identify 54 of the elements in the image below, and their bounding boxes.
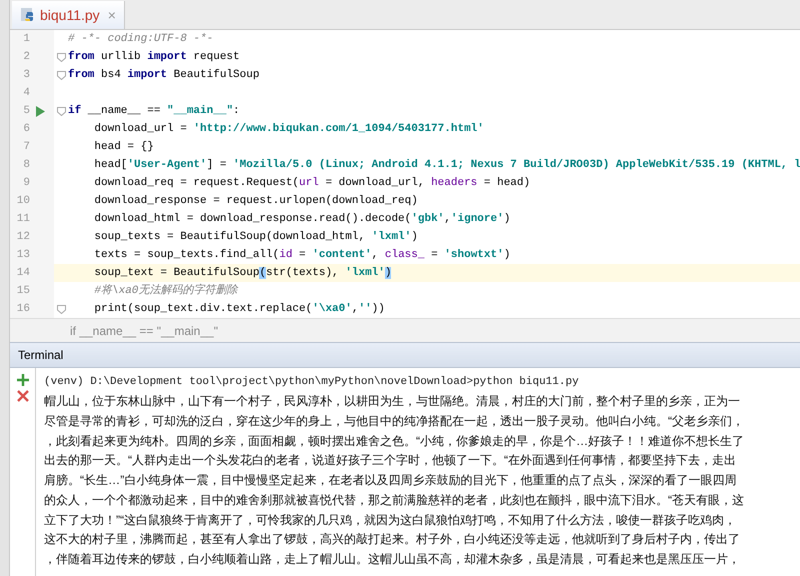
code-line: texts = soup_texts.find_all(id = 'content', class_ = 'showtxt') [93, 248, 510, 263]
code-line: soup_texts = BeautifulSoup(download_html, 'lxml') [93, 230, 418, 245]
code-line: head = {} [93, 140, 154, 155]
code-line: soup_text = BeautifulSoup(str(texts), 'lxml') [93, 266, 392, 281]
file-tab[interactable]: biqu11.py × [12, 1, 125, 29]
fold-marker-icon[interactable] [56, 70, 66, 80]
terminal-output-line: 出去的那一天。“人群内走出一个头发花白的老者，说道好孩子三个字时，他顿了一下。“在外面遇到任何事情，都要坚持下去，走出 [44, 452, 736, 470]
add-icon[interactable] [16, 374, 28, 386]
code-line: download_response = request.urlopen(download_req) [93, 194, 418, 209]
code-line: if __name__ == "__main__": [68, 104, 240, 119]
close-button[interactable]: × [108, 4, 116, 26]
breadcrumb-bar[interactable]: if __name__ == "__main__" [10, 318, 800, 342]
terminal-prompt: (venv) D:\Development tool\project\python\myPython\novelDownload>python biqu11.py [44, 375, 580, 390]
terminal-output-line: ，伴随着耳边传来的锣鼓，白小纯顺着山路，走上了帽儿山。这帽儿山虽不高，却灌木杂多，虽是清晨，可看起来也是黑压压一片， [44, 551, 740, 568]
code-line: #将\xa0无法解码的字符删除 [93, 282, 238, 299]
line-number: 10 [16, 194, 30, 209]
line-number: 16 [16, 302, 30, 317]
code-line: print(soup_text.div.text.replace('\xa0','')) [93, 302, 385, 317]
terminal-output-line: 肩膀。“长生…”白小纯身体一震，目中慢慢坚定起来，在老者以及四周乡亲鼓励的目光下，他重重的点了点头，深深的看了一眼四周 [44, 472, 736, 489]
line-number: 4 [22, 86, 30, 101]
line-number: 13 [16, 248, 30, 263]
close-icon[interactable] [16, 390, 28, 402]
terminal-header: Terminal [10, 342, 800, 368]
code-line: download_req = request.Request(url = download_url, headers = head) [93, 176, 530, 191]
code-line: # -*- coding:UTF-8 -*- [68, 32, 214, 47]
line-number: 8 [22, 158, 30, 173]
line-number: 7 [22, 140, 30, 155]
python-file-icon [20, 7, 36, 23]
tab-title: biqu11.py [40, 6, 100, 25]
terminal-output-line: 立下了大功！”“这白鼠狼终于肯离开了，可怜我家的几只鸡，就因为这白鼠狼怕鸡打鸣，不知用了什么方法，唆使一群孩子吃鸡肉， [44, 512, 736, 528]
line-number: 2 [22, 50, 30, 65]
run-icon[interactable] [36, 106, 44, 116]
terminal-output-line: 这不大的村子里，沸腾而起，甚至有人拿出了锣鼓，高兴的敲打起来。村子外，白小纯还没等走远，他就听到了身后村子内，传出了 [44, 531, 740, 548]
line-number: 5 [22, 104, 30, 119]
line-number: 3 [22, 68, 30, 83]
line-number: 15 [16, 284, 30, 299]
code-line: from urllib import request [68, 50, 240, 65]
code-line: from bs4 import BeautifulSoup [68, 68, 260, 83]
line-number: 14 [16, 266, 30, 281]
fold-marker-icon[interactable] [56, 52, 66, 62]
code-line: download_html = download_response.read().decode('gbk','ignore') [93, 212, 510, 227]
line-number: 11 [16, 212, 30, 227]
line-number: 1 [22, 32, 30, 47]
terminal-output-line: 的众人，一个个都激动起来，目中的难舍刹那就被喜悦代替，那之前满脸慈祥的老者，此刻也在颤抖，眼中流下泪水。“苍天有眼，这 [44, 492, 744, 509]
code-line: head['User-Agent'] = 'Mozilla/5.0 (Linux; Android 4.1.1; Nexus 7 Build/JRO03D) AppleWebKit/535.19 (KHTML, l [93, 158, 800, 173]
line-number: 12 [16, 230, 30, 245]
fold-marker-icon[interactable] [56, 304, 66, 314]
line-number: 6 [22, 122, 30, 137]
terminal-output-line: 帽儿山，位于东林山脉中，山下有一个村子，民风淳朴，以耕田为生，与世隔绝。清晨，村庄的大门前，整个村子里的乡亲，正为一 [44, 393, 740, 410]
terminal-output-line: 尽管是寻常的青衫，可却洗的泛白，穿在这少年的身上，与他目中的纯净搭配在一起，透出一股子灵动。他叫白小纯。“父老乡亲们， [44, 412, 744, 430]
code-line: download_url = 'http://www.biqukan.com/1_1094/5403177.html' [93, 122, 484, 137]
terminal-output-line: ，此刻看起来更为纯朴。四周的乡亲，面面相觑，顿时摆出难舍之色。“小纯，你爹娘走的早，你是个…好孩子！！难道你不想长生了 [44, 432, 744, 450]
line-number: 9 [22, 176, 30, 191]
fold-marker-icon[interactable] [56, 106, 66, 116]
